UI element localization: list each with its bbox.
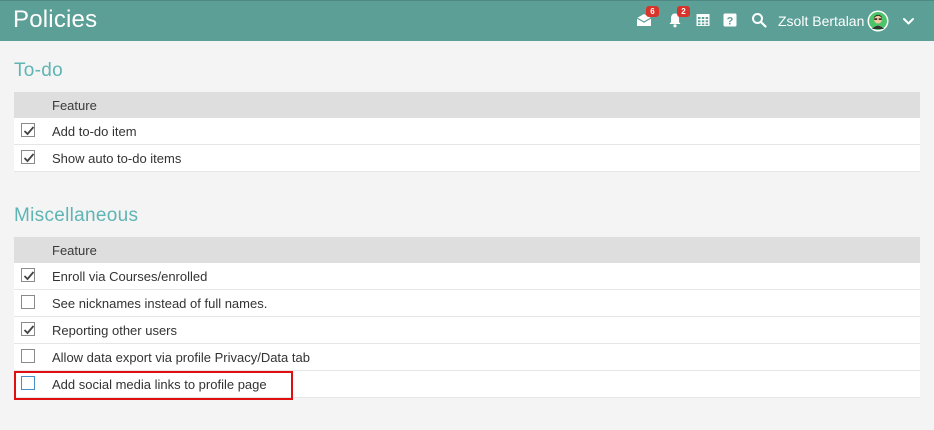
checkbox-show-auto-todo-items[interactable] — [21, 150, 35, 164]
page-title: Policies — [13, 6, 98, 33]
row-label: Reporting other users — [52, 323, 178, 338]
notifications-icon[interactable]: 2 — [667, 6, 690, 28]
row-label: Add social media links to profile page — [52, 377, 267, 392]
row-label: Show auto to-do items — [52, 151, 182, 166]
table-row: Enroll via Courses/enrolled — [14, 263, 920, 290]
messages-icon[interactable]: 6 — [636, 6, 659, 28]
row-label: Add to-do item — [52, 124, 137, 139]
table-row: See nicknames instead of full names. — [14, 290, 920, 317]
top-bar: Policies 6 2 ? Zsolt Bertalan — [0, 0, 934, 41]
chevron-down-icon[interactable] — [902, 15, 915, 28]
table-row: Allow data export via profile Privacy/Da… — [14, 344, 920, 371]
messages-badge: 6 — [646, 6, 659, 17]
checkmark-icon — [23, 153, 35, 163]
calendar-icon[interactable] — [695, 12, 711, 28]
checkmark-icon — [23, 126, 35, 136]
checkbox-see-nicknames[interactable] — [21, 295, 35, 309]
table-row: Reporting other users — [14, 317, 920, 344]
help-icon[interactable]: ? — [722, 12, 738, 28]
checkbox-social-media-links[interactable] — [21, 376, 35, 390]
user-name[interactable]: Zsolt Bertalan — [778, 13, 864, 29]
miscellaneous-table: Feature Enroll via Courses/enrolled See … — [14, 237, 920, 398]
checkbox-allow-data-export[interactable] — [21, 349, 35, 363]
table-row: Add social media links to profile page — [14, 371, 920, 398]
notifications-badge: 2 — [677, 6, 690, 17]
avatar[interactable] — [867, 10, 889, 32]
column-header-feature: Feature — [52, 243, 97, 258]
table-row: Show auto to-do items — [14, 145, 920, 172]
checkbox-enroll-via-courses[interactable] — [21, 268, 35, 282]
todo-table: Feature Add to-do item Show auto to-do i… — [14, 92, 920, 172]
checkbox-reporting-other-users[interactable] — [21, 322, 35, 336]
row-label: Allow data export via profile Privacy/Da… — [52, 350, 310, 365]
section-title-todo: To-do — [14, 60, 64, 81]
checkbox-add-todo-item[interactable] — [21, 123, 35, 137]
table-header: Feature — [14, 237, 920, 263]
section-title-miscellaneous: Miscellaneous — [14, 205, 139, 226]
row-label: See nicknames instead of full names. — [52, 296, 268, 311]
table-header: Feature — [14, 92, 920, 118]
checkmark-icon — [23, 325, 35, 335]
svg-text:?: ? — [727, 16, 734, 28]
table-row: Add to-do item — [14, 118, 920, 145]
column-header-feature: Feature — [52, 98, 97, 113]
search-icon[interactable] — [751, 12, 767, 28]
row-label: Enroll via Courses/enrolled — [52, 269, 208, 284]
checkmark-icon — [23, 271, 35, 281]
